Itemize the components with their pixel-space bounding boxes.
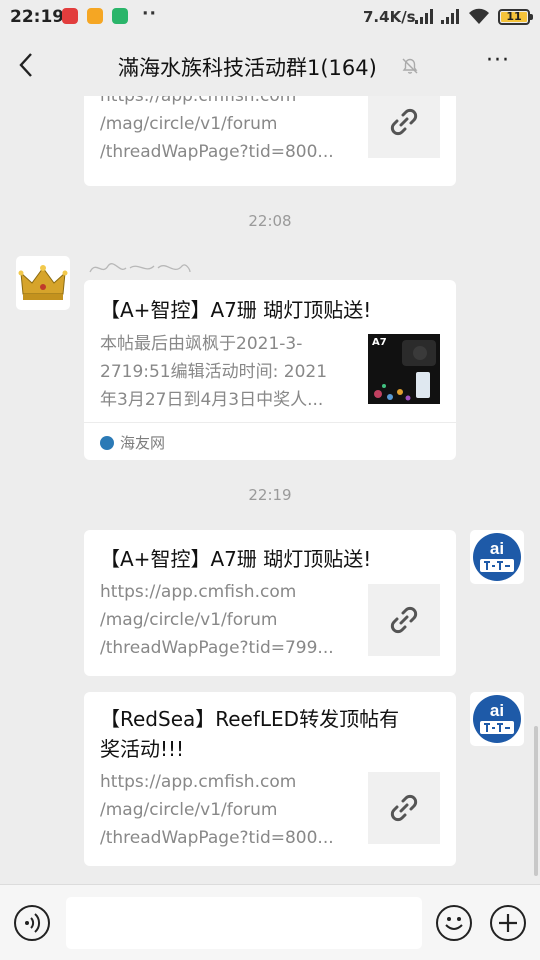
link-message-card[interactable]: https://app.cmfish.com /mag/circle/v1/fo…: [84, 96, 456, 186]
status-bar: 22:19 ·· 7.4K/s 11: [0, 0, 540, 34]
article-source: 海友网: [100, 432, 165, 453]
message-timestamp: 22:19: [248, 486, 292, 504]
link-icon: [390, 794, 418, 822]
input-bar: [0, 884, 540, 960]
card-divider: [84, 422, 456, 423]
network-speed: 7.4K/s: [363, 8, 416, 26]
link-desc: https://app.cmfish.com /mag/circle/v1/fo…: [100, 772, 334, 848]
article-desc: 本帖最后由飒枫于2021-3- 2719:51编辑活动时间: 2021 年3月2…: [100, 334, 328, 410]
message-list[interactable]: https://app.cmfish.com /mag/circle/v1/fo…: [0, 96, 540, 884]
link-desc: https://app.cmfish.com /mag/circle/v1/fo…: [100, 96, 334, 162]
more-notifications-indicator: ··: [142, 4, 157, 24]
article-title: 【A+智控】A7珊 瑚灯顶贴送!: [100, 298, 372, 322]
battery-level: 11: [506, 10, 522, 23]
crown-icon: [18, 265, 68, 300]
wifi-icon: [469, 8, 489, 24]
back-arrow-icon[interactable]: [12, 50, 42, 80]
voice-icon: [25, 913, 41, 933]
emoji-button[interactable]: [436, 905, 472, 941]
bot-avatar-icon: ai: [473, 533, 521, 581]
sender-nickname-decoration: [88, 260, 192, 276]
status-time: 22:19: [10, 7, 65, 27]
link-desc: https://app.cmfish.com /mag/circle/v1/fo…: [100, 582, 334, 658]
app-notification-icon: [87, 8, 103, 24]
link-thumbnail: [368, 584, 440, 656]
chat-header: 滿海水族科技活动群1(164) ···: [0, 34, 540, 96]
link-thumbnail: [368, 772, 440, 844]
battery-icon: 11: [498, 9, 533, 25]
link-title: 【A+智控】A7珊 瑚灯顶贴送!: [100, 547, 372, 571]
bot-avatar-icon: ai: [473, 695, 521, 743]
article-thumbnail: A7: [368, 334, 440, 404]
avatar[interactable]: ai: [470, 530, 524, 584]
signal-icon: [415, 9, 433, 24]
link-thumbnail: [368, 96, 440, 158]
svg-text:ai: ai: [490, 701, 504, 720]
scrollbar[interactable]: [534, 726, 538, 876]
link-title: 【RedSea】ReefLED转发顶帖有 奖活动!!!: [100, 707, 400, 761]
more-icon[interactable]: ···: [486, 48, 516, 82]
article-message-card[interactable]: 【A+智控】A7珊 瑚灯顶贴送! 本帖最后由飒枫于2021-3- 2719:51…: [84, 280, 456, 460]
voice-button[interactable]: [14, 905, 50, 941]
app-notification-icon: [62, 8, 78, 24]
emoji-icon: [445, 917, 463, 930]
message-timestamp: 22:08: [248, 212, 292, 230]
avatar[interactable]: [16, 256, 70, 310]
source-logo-icon: [100, 436, 114, 450]
chat-title: 滿海水族科技活动群1(164): [118, 56, 377, 80]
signal-icon: [441, 9, 459, 24]
avatar[interactable]: ai: [470, 692, 524, 746]
link-message-card[interactable]: 【RedSea】ReefLED转发顶帖有 奖活动!!! https://app.…: [84, 692, 456, 866]
plus-button[interactable]: [490, 905, 526, 941]
message-input[interactable]: [66, 897, 422, 949]
svg-text:ai: ai: [490, 539, 504, 558]
plus-icon: [499, 914, 517, 932]
link-message-card[interactable]: 【A+智控】A7珊 瑚灯顶贴送! https://app.cmfish.com …: [84, 530, 456, 676]
link-icon: [390, 108, 418, 136]
mute-bell-icon: [402, 58, 418, 74]
link-icon: [390, 606, 418, 634]
app-notification-icon: [112, 8, 128, 24]
